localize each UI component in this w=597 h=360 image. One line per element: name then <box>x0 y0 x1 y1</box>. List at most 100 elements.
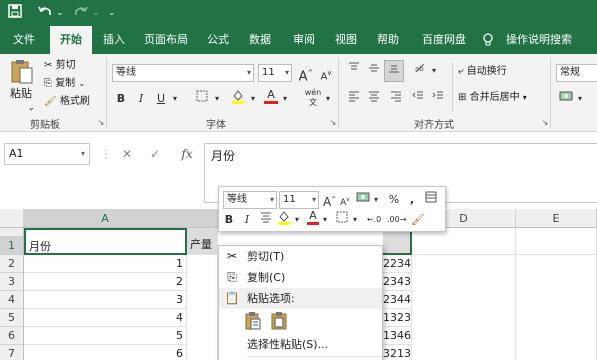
cell-a4[interactable]: 3 <box>24 291 187 309</box>
format-painter-button[interactable]: 🖌 格式刷 <box>44 94 90 110</box>
align-left-icon[interactable] <box>346 90 362 108</box>
column-header-b[interactable] <box>187 209 218 228</box>
align-center-icon[interactable] <box>366 90 382 108</box>
cut-button[interactable]: ✂ 剪切 <box>44 58 76 74</box>
mini-increase-decimal-icon[interactable]: ←.0 <box>365 211 383 229</box>
menu-item-paste-special[interactable]: 选择性粘贴(S)... <box>219 334 382 355</box>
increase-indent-icon[interactable] <box>430 90 446 108</box>
mini-shrink-font-icon[interactable]: Av <box>339 191 351 209</box>
tab-page-layout[interactable]: 页面布局 <box>138 26 194 54</box>
mini-accounting-icon[interactable] <box>355 191 371 209</box>
wrap-text-button[interactable]: ⤶ 自动换行 <box>458 64 507 80</box>
tab-review[interactable]: 审阅 <box>286 26 322 54</box>
cell-a2[interactable]: 1 <box>24 255 187 273</box>
mini-bold-button[interactable]: B <box>223 211 235 229</box>
mini-grow-font-icon[interactable]: A^ <box>323 191 336 209</box>
phonetic-dropdown-icon[interactable]: ▾ <box>324 90 332 108</box>
cell-b1[interactable]: 产量 <box>187 228 218 255</box>
accounting-dropdown-icon[interactable]: ▾ <box>576 90 584 108</box>
row-header-4[interactable]: 4 <box>0 291 24 309</box>
font-family-select[interactable]: 等线 ▾ <box>112 64 254 82</box>
cell-c1[interactable] <box>383 228 412 255</box>
align-right-icon[interactable] <box>388 90 404 108</box>
cell-c4[interactable]: 2344 <box>383 291 412 309</box>
row-header-5[interactable]: 5 <box>0 309 24 327</box>
alignment-launcher-icon[interactable]: ↘ <box>540 118 550 128</box>
shrink-font-button[interactable]: Av <box>318 64 334 82</box>
menu-item-copy[interactable]: ⎘ 复制(C) <box>219 267 382 288</box>
borders-dropdown-icon[interactable]: ▾ <box>212 90 222 108</box>
font-size-select[interactable]: 11 ▾ <box>258 64 292 82</box>
select-all-corner[interactable] <box>0 209 24 228</box>
mini-font-color-dropdown-icon[interactable]: ▾ <box>321 211 329 229</box>
paste-keep-source-icon[interactable] <box>243 311 263 331</box>
cell-a6[interactable]: 5 <box>24 327 187 345</box>
cell-c2[interactable]: 2234 <box>383 255 412 273</box>
mini-font-size-select[interactable]: 11 ▾ <box>279 191 319 209</box>
bold-button[interactable]: B <box>114 90 128 108</box>
column-header-e[interactable]: E <box>516 209 597 228</box>
cell-d1[interactable] <box>412 228 516 255</box>
cell-c3[interactable]: 2343 <box>383 273 412 291</box>
tell-me-search[interactable]: 操作说明搜索 <box>500 26 578 54</box>
mini-font-family-select[interactable]: 等线 ▾ <box>223 191 277 209</box>
merge-center-button[interactable]: ⊞ 合并后居中 ▾ <box>458 90 527 106</box>
align-top-icon[interactable] <box>346 62 362 80</box>
mini-fill-color-dropdown-icon[interactable]: ▾ <box>293 211 301 229</box>
tab-file[interactable]: 文件 <box>6 26 42 54</box>
column-header-a[interactable]: A <box>24 209 187 228</box>
paste-dropdown-icon[interactable]: ⌄ <box>28 100 35 116</box>
mini-percent-button[interactable]: % <box>387 191 401 209</box>
tab-data[interactable]: 数据 <box>242 26 278 54</box>
cell-d-column[interactable] <box>412 255 516 360</box>
borders-icon[interactable] <box>194 90 210 108</box>
mini-decrease-decimal-icon[interactable]: .00→ <box>387 211 406 229</box>
tab-help[interactable]: 帮助 <box>370 26 406 54</box>
tab-view[interactable]: 视图 <box>328 26 364 54</box>
name-box[interactable]: A1 ▾ <box>4 143 90 165</box>
copy-button[interactable]: ⎘ 复制 ⌄ <box>44 76 85 92</box>
tab-home[interactable]: 开始 <box>50 26 92 54</box>
mini-format-painter-icon[interactable]: 🖌 <box>411 211 425 229</box>
paste-values-icon[interactable] <box>269 311 289 331</box>
grow-font-button[interactable]: A^ <box>298 64 314 84</box>
undo-dropdown-icon[interactable]: ⌄ <box>56 4 64 22</box>
fill-color-dropdown-icon[interactable]: ▾ <box>248 90 258 108</box>
mini-italic-button[interactable]: I <box>241 211 253 229</box>
mini-format-cells-icon[interactable] <box>423 191 439 209</box>
paste-icon[interactable] <box>8 58 36 86</box>
mini-align-center-icon[interactable] <box>259 211 273 229</box>
menu-item-cut[interactable]: ✂ 剪切(T) <box>219 246 382 267</box>
fill-color-icon[interactable] <box>230 88 246 106</box>
mini-borders-dropdown-icon[interactable]: ▾ <box>351 211 359 229</box>
row-header-6[interactable]: 6 <box>0 327 24 345</box>
mini-borders-icon[interactable] <box>335 211 349 229</box>
cell-a1[interactable]: 月份 <box>24 228 187 255</box>
align-bottom-icon[interactable] <box>384 60 404 82</box>
cancel-entry-icon[interactable]: ✕ <box>118 143 136 165</box>
italic-button[interactable]: I <box>134 90 148 108</box>
number-format-select[interactable]: 常规 <box>556 64 597 82</box>
font-color-dropdown-icon[interactable]: ▾ <box>280 90 290 108</box>
row-header-7[interactable]: 7 <box>0 345 24 360</box>
tab-formulas[interactable]: 公式 <box>200 26 236 54</box>
customize-toolbar-icon[interactable]: ⌄ <box>108 4 116 22</box>
insert-function-icon[interactable]: fx <box>178 143 196 165</box>
phonetic-button[interactable]: wén 文 <box>302 88 324 107</box>
cell-a3[interactable]: 2 <box>24 273 187 291</box>
orientation-icon[interactable]: ab <box>412 62 430 80</box>
underline-dropdown-icon[interactable]: ▾ <box>170 90 180 108</box>
cell-a7[interactable]: 6 <box>24 345 187 360</box>
tab-baidu-netdisk[interactable]: 百度网盘 <box>414 26 474 54</box>
row-header-3[interactable]: 3 <box>0 273 24 291</box>
cell-c6[interactable]: 1346 <box>383 327 412 345</box>
mini-font-color-button[interactable]: A <box>307 209 319 227</box>
underline-button[interactable]: U <box>154 90 168 108</box>
mini-comma-button[interactable]: , <box>407 191 417 209</box>
orientation-dropdown-icon[interactable]: ▾ <box>430 62 438 80</box>
font-launcher-icon[interactable]: ↘ <box>328 118 338 128</box>
cell-c5[interactable]: 1323 <box>383 309 412 327</box>
accounting-format-icon[interactable] <box>558 90 574 108</box>
row-header-1[interactable]: 1 <box>0 237 24 255</box>
mini-fill-color-icon[interactable] <box>277 209 291 227</box>
